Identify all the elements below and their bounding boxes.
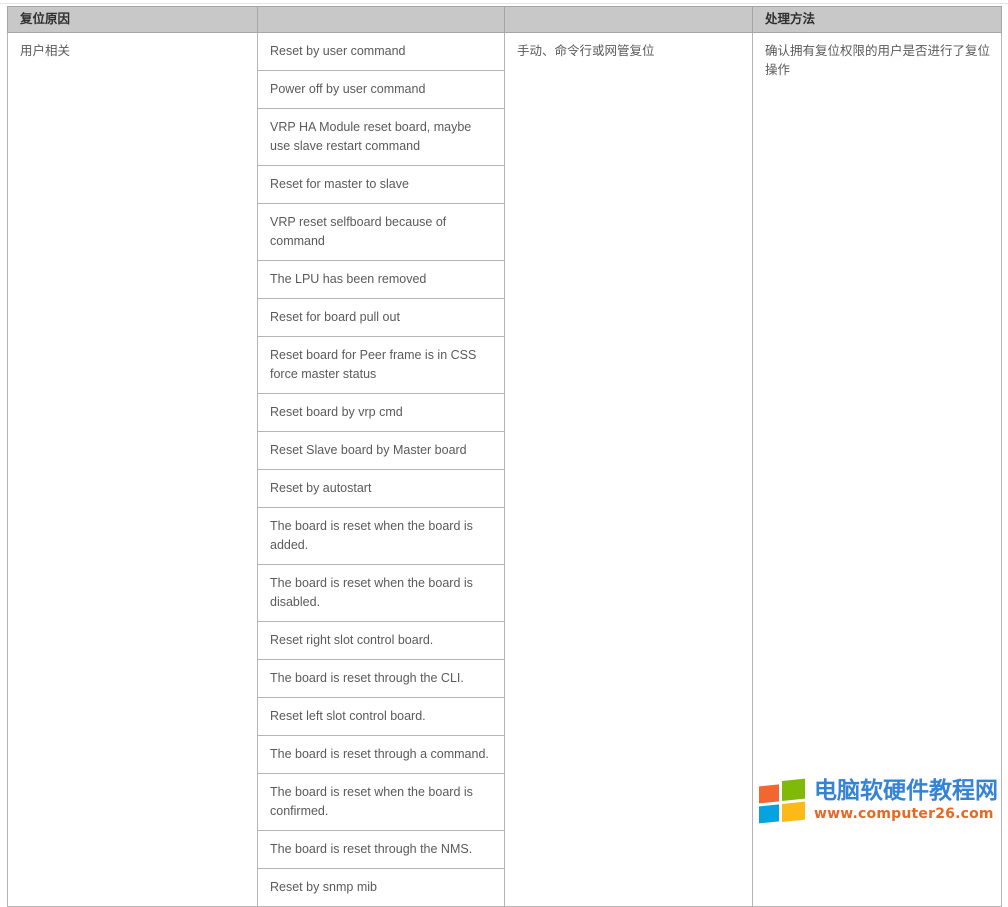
cell-detail: Reset for master to slave	[257, 165, 505, 204]
cell-detail: The board is reset when the board is add…	[257, 507, 505, 565]
table-row: 用户相关 Reset by user command 手动、命令行或网管复位 确…	[7, 32, 1002, 907]
top-divider	[0, 3, 1008, 4]
cell-detail: The board is reset through the NMS.	[257, 830, 505, 869]
table-header-row: 复位原因 处理方法	[7, 6, 1002, 33]
cell-detail: The board is reset when the board is con…	[257, 773, 505, 831]
cell-detail: The board is reset through a command.	[257, 735, 505, 774]
cell-method: 确认拥有复位权限的用户是否进行了复位操作	[752, 32, 1002, 907]
cell-detail: Reset by user command	[257, 32, 505, 71]
cell-detail: The board is reset through the CLI.	[257, 659, 505, 698]
cell-detail: VRP reset selfboard because of command	[257, 203, 505, 261]
reset-reason-table: 复位原因 处理方法 用户相关 Reset by user command 手动、…	[7, 6, 1002, 907]
column-header-description	[504, 6, 753, 33]
page-root: 复位原因 处理方法 用户相关 Reset by user command 手动、…	[0, 0, 1008, 907]
cell-detail: Power off by user command	[257, 70, 505, 109]
cell-detail: Reset Slave board by Master board	[257, 431, 505, 470]
cell-detail: Reset by autostart	[257, 469, 505, 508]
column-header-method: 处理方法	[752, 6, 1002, 33]
column-header-detail	[257, 6, 505, 33]
cell-description: 手动、命令行或网管复位	[504, 32, 753, 907]
cell-detail: Reset by snmp mib	[257, 868, 505, 907]
cell-detail: The board is reset when the board is dis…	[257, 564, 505, 622]
cell-detail: Reset left slot control board.	[257, 697, 505, 736]
cell-detail: The LPU has been removed	[257, 260, 505, 299]
reset-reason-table-container: 复位原因 处理方法 用户相关 Reset by user command 手动、…	[7, 6, 1002, 907]
cell-reason-group: 用户相关	[7, 32, 258, 907]
cell-detail: Reset board by vrp cmd	[257, 393, 505, 432]
cell-detail: VRP HA Module reset board, maybe use sla…	[257, 108, 505, 166]
cell-detail: Reset right slot control board.	[257, 621, 505, 660]
table-body: 用户相关 Reset by user command 手动、命令行或网管复位 确…	[7, 32, 1002, 907]
cell-detail: Reset board for Peer frame is in CSS for…	[257, 336, 505, 394]
cell-detail: Reset for board pull out	[257, 298, 505, 337]
column-header-reason: 复位原因	[7, 6, 258, 33]
table-header: 复位原因 处理方法	[7, 6, 1002, 33]
